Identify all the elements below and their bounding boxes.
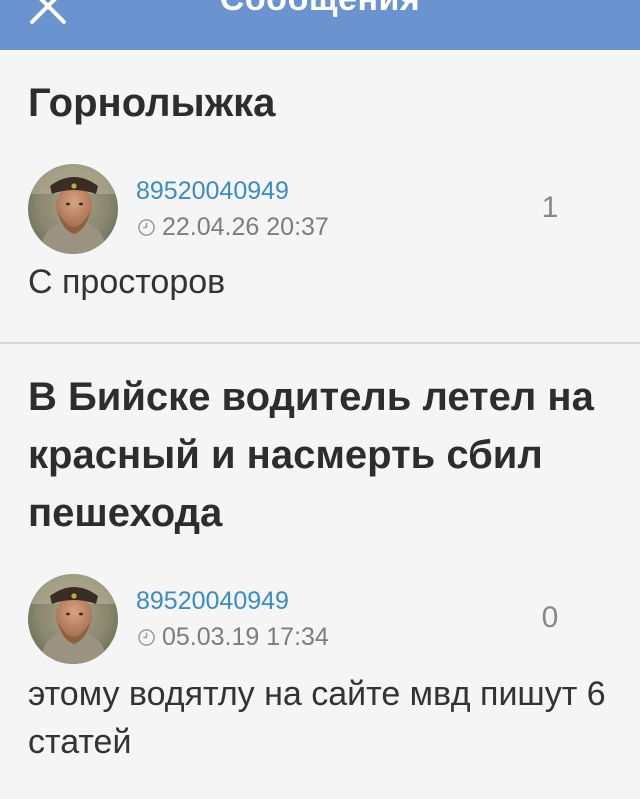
message-feed: Горнолыжка 89520040949 22.04.26 20:37 1 …: [0, 50, 640, 766]
post-date: 22.04.26 20:37: [137, 212, 329, 242]
avatar[interactable]: [28, 574, 118, 664]
clock-icon: [138, 219, 155, 236]
post-date-value: 05.03.19 17:34: [162, 623, 329, 651]
post-item[interactable]: Горнолыжка 89520040949 22.04.26 20:37 1 …: [0, 50, 640, 342]
comment-count: 0: [541, 601, 559, 634]
post-meta: 89520040949 22.04.26 20:37 1: [0, 164, 640, 264]
post-title[interactable]: Горнолыжка: [0, 74, 640, 132]
app-header: Сообщения: [0, 0, 640, 50]
author-link[interactable]: 89520040949: [136, 586, 289, 616]
post-text: этому водятлу на сайте мвд пишут 6 стате…: [28, 675, 606, 761]
post-title[interactable]: В Бийске водитель летел на красный и нас…: [0, 368, 640, 542]
page-title: Сообщения: [0, 0, 640, 21]
post-text: С просторов: [28, 263, 226, 301]
post-item[interactable]: В Бийске водитель летел на красный и нас…: [0, 344, 640, 766]
post-meta: 89520040949 05.03.19 17:34 0: [0, 574, 640, 674]
clock-icon: [138, 629, 155, 646]
author-link[interactable]: 89520040949: [136, 176, 289, 206]
post-date: 05.03.19 17:34: [137, 622, 329, 652]
post-date-value: 22.04.26 20:37: [162, 213, 329, 241]
comment-count: 1: [541, 191, 559, 224]
avatar[interactable]: [28, 164, 118, 254]
